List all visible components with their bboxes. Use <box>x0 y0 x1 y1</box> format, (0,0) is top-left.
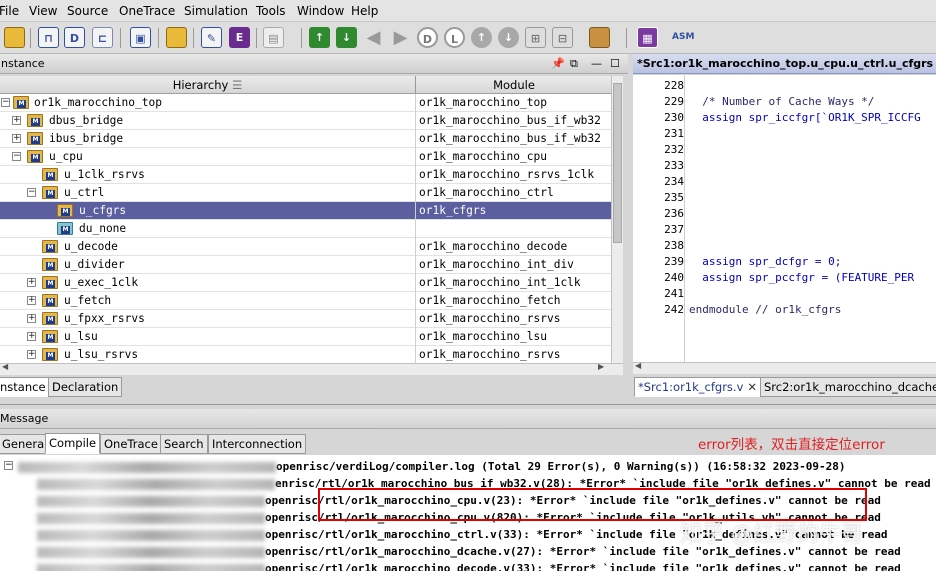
l-icon[interactable]: L <box>444 27 465 48</box>
error-item[interactable]: openrisc/rtl/or1k_marocchino_decode.v(33… <box>37 562 901 571</box>
line-number: 236 <box>664 207 684 220</box>
pin-icon[interactable]: 📌 <box>551 54 565 74</box>
tree-hscrollbar[interactable]: ◀ ▶ <box>0 362 623 375</box>
line-number: 229 <box>664 95 684 108</box>
source-code: 228 229 /* Number of Cache Ways */ 230 ass… <box>0 79 936 362</box>
open-file-icon[interactable] <box>166 27 187 48</box>
line-number: 237 <box>664 223 684 236</box>
doc-icon[interactable]: ▤ <box>263 27 284 48</box>
line-number: 232 <box>664 143 684 156</box>
bookmark-icon[interactable] <box>589 27 610 48</box>
compile-summary[interactable]: openrisc/verdiLog/compiler.log (Total 29… <box>18 460 846 473</box>
up-green-icon[interactable]: ↑ <box>309 27 330 48</box>
line-number: 230 <box>664 111 684 124</box>
menu-view[interactable]: View <box>29 4 57 18</box>
forward-arrow-icon[interactable]: ▶ <box>390 27 411 48</box>
tab-src2[interactable]: Src2:or1k_marocchino_dcache <box>760 377 936 397</box>
menu-file[interactable]: File <box>0 4 19 18</box>
tab-declaration[interactable]: Declaration <box>48 377 123 397</box>
menu-source[interactable]: Source <box>67 4 108 18</box>
message-panel-title: Message <box>0 412 49 425</box>
schematic-icon[interactable]: ▣ <box>130 27 151 48</box>
splitter[interactable] <box>0 404 936 405</box>
down-circle-icon[interactable]: ↓ <box>498 27 519 48</box>
annotation-text: error列表，双击直接定位error <box>698 437 885 453</box>
netlist-icon[interactable]: D <box>64 27 85 48</box>
line-number: 228 <box>664 79 684 92</box>
float-icon[interactable]: ⧉ <box>570 54 578 74</box>
code-line[interactable]: assign spr_iccfgr[`OR1K_SPR_ICCFG <box>689 111 921 124</box>
toolbar: ⊓ D ⊏ ▣ ✎ E ▤ ↑ ↓ ◀ ▶ D L ↑ ↓ ⊞ ⊟ ▦ ASM <box>0 22 936 54</box>
line-number: 234 <box>664 175 684 188</box>
code-line[interactable]: assign spr_dcfgr = 0; <box>689 255 841 268</box>
minimize-icon[interactable]: — <box>591 54 602 74</box>
menu-onetrace[interactable]: OneTrace <box>119 4 175 18</box>
d-icon[interactable]: D <box>417 27 438 48</box>
palette-icon[interactable]: ▦ <box>637 27 658 48</box>
line-number: 231 <box>664 127 684 140</box>
source-panel-title: *Src1:or1k_marocchino_top.u_cpu.u_ctrl.u… <box>633 54 936 74</box>
code-line[interactable]: assign spr_pccfgr = (FEATURE_PER <box>689 271 914 284</box>
menu-help[interactable]: Help <box>351 4 378 18</box>
instance-panel-header: nstance 📌 ⧉ — ☐ <box>0 54 628 74</box>
tab-src1[interactable]: *Src1:or1k_cfgrs.v ✕ <box>634 377 762 397</box>
menu-tools[interactable]: Tools <box>256 4 286 18</box>
tab-search[interactable]: Search <box>160 434 208 454</box>
line-number: 242 <box>664 303 684 316</box>
tab-compile[interactable]: Compile <box>45 433 101 454</box>
collapse-icon[interactable]: − <box>4 461 13 470</box>
line-number: 241 <box>664 287 684 300</box>
scroll-left-icon[interactable]: ◀ <box>2 362 8 371</box>
tree2-icon[interactable]: ⊟ <box>552 27 573 48</box>
up-circle-icon[interactable]: ↑ <box>471 27 492 48</box>
line-number: 239 <box>664 255 684 268</box>
connect-icon[interactable]: ⊏ <box>92 27 113 48</box>
back-arrow-icon[interactable]: ◀ <box>363 27 384 48</box>
open-folder-icon[interactable] <box>4 27 25 48</box>
line-number: 238 <box>664 239 684 252</box>
tab-interconnection[interactable]: Interconnection <box>208 434 307 454</box>
down-green-icon[interactable]: ↓ <box>336 27 357 48</box>
line-number: 235 <box>664 191 684 204</box>
instance-panel-title: nstance <box>1 57 45 70</box>
asm-icon[interactable]: ASM <box>672 27 694 48</box>
scroll-left-icon[interactable]: ◀ <box>635 361 641 370</box>
e-icon[interactable]: E <box>229 27 250 48</box>
close-icon[interactable]: ✕ <box>747 380 757 394</box>
menu-simulation[interactable]: Simulation <box>184 4 248 18</box>
code-line[interactable]: /* Number of Cache Ways */ <box>689 95 874 108</box>
message-panel-header: Message <box>0 409 936 429</box>
code-line[interactable]: endmodule // or1k_cfgrs <box>689 303 841 316</box>
scroll-right-icon[interactable]: ▶ <box>598 362 604 371</box>
tab-onetrace[interactable]: OneTrace <box>100 434 162 454</box>
tab-instance[interactable]: nstance <box>0 377 50 397</box>
nlist-icon[interactable]: ⊓ <box>38 27 59 48</box>
line-number: 233 <box>664 159 684 172</box>
edit-icon[interactable]: ✎ <box>201 27 222 48</box>
line-number: 240 <box>664 271 684 284</box>
menu-window[interactable]: Window <box>297 4 344 18</box>
source-hscrollbar[interactable]: ◀ <box>633 361 936 374</box>
menu-bar: File View Source OneTrace Simulation Too… <box>0 0 936 22</box>
tree-icon[interactable]: ⊞ <box>525 27 546 48</box>
maximize-icon[interactable]: ☐ <box>610 54 620 74</box>
watermark: 知乎 @红野的牛哥 <box>680 522 863 547</box>
tab-general[interactable]: General <box>0 434 52 454</box>
